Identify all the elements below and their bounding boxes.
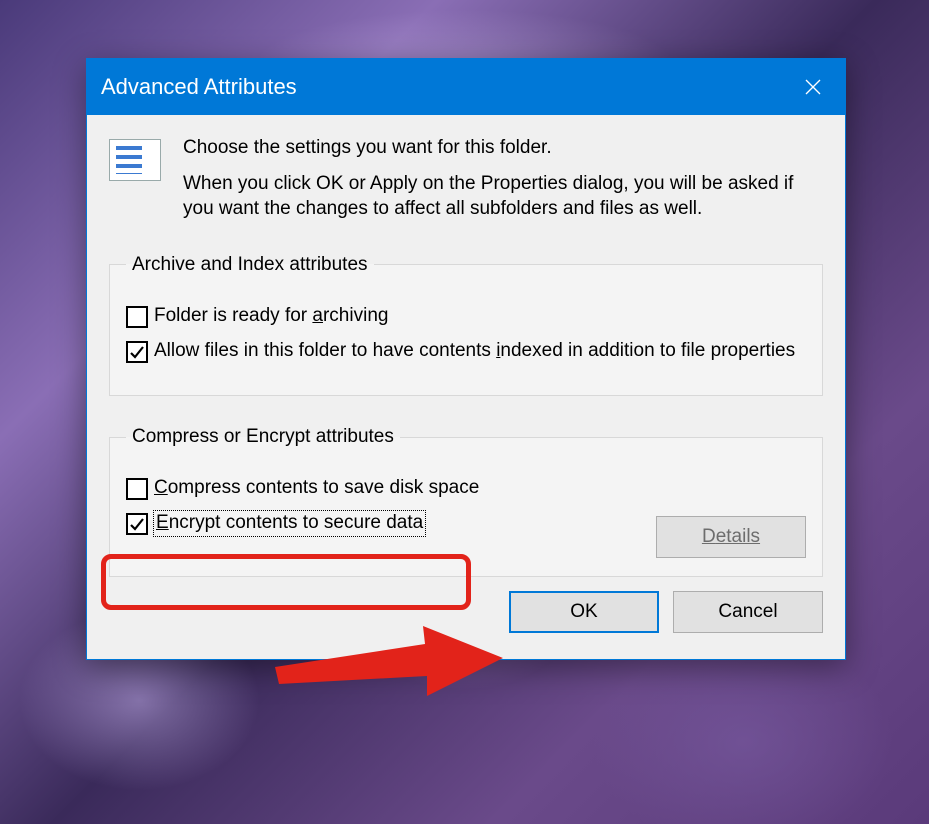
compress-encrypt-group: Compress or Encrypt attributes Compress …: [109, 426, 823, 576]
intro-line1: Choose the settings you want for this fo…: [183, 135, 823, 161]
titlebar: Advanced Attributes: [87, 59, 845, 115]
dialog-title: Advanced Attributes: [101, 74, 781, 100]
intro-line2: When you click OK or Apply on the Proper…: [183, 171, 823, 222]
archive-row: Folder is ready for archiving: [126, 304, 806, 329]
encrypt-label[interactable]: Encrypt contents to secure data: [154, 511, 425, 536]
compress-row: Compress contents to save disk space: [126, 476, 806, 501]
index-row: Allow files in this folder to have conte…: [126, 339, 806, 364]
advanced-attributes-dialog: Advanced Attributes Choose the settings …: [86, 58, 846, 660]
encrypt-checkbox[interactable]: [126, 513, 148, 535]
archive-index-legend: Archive and Index attributes: [126, 254, 374, 276]
dialog-footer: OK Cancel: [109, 591, 823, 633]
index-label[interactable]: Allow files in this folder to have conte…: [154, 339, 795, 364]
archive-index-group: Archive and Index attributes Folder is r…: [109, 254, 823, 396]
intro-section: Choose the settings you want for this fo…: [109, 135, 823, 232]
properties-icon: [109, 139, 161, 181]
compress-checkbox[interactable]: [126, 478, 148, 500]
ok-button[interactable]: OK: [509, 591, 659, 633]
cancel-button[interactable]: Cancel: [673, 591, 823, 633]
archive-checkbox[interactable]: [126, 306, 148, 328]
compress-label[interactable]: Compress contents to save disk space: [154, 476, 479, 501]
index-checkbox[interactable]: [126, 341, 148, 363]
compress-encrypt-legend: Compress or Encrypt attributes: [126, 426, 400, 448]
details-button[interactable]: Details: [656, 516, 806, 558]
dialog-content: Choose the settings you want for this fo…: [87, 115, 845, 659]
close-icon: [804, 78, 822, 96]
close-button[interactable]: [781, 59, 845, 115]
archive-label[interactable]: Folder is ready for archiving: [154, 304, 388, 329]
intro-text: Choose the settings you want for this fo…: [183, 135, 823, 232]
